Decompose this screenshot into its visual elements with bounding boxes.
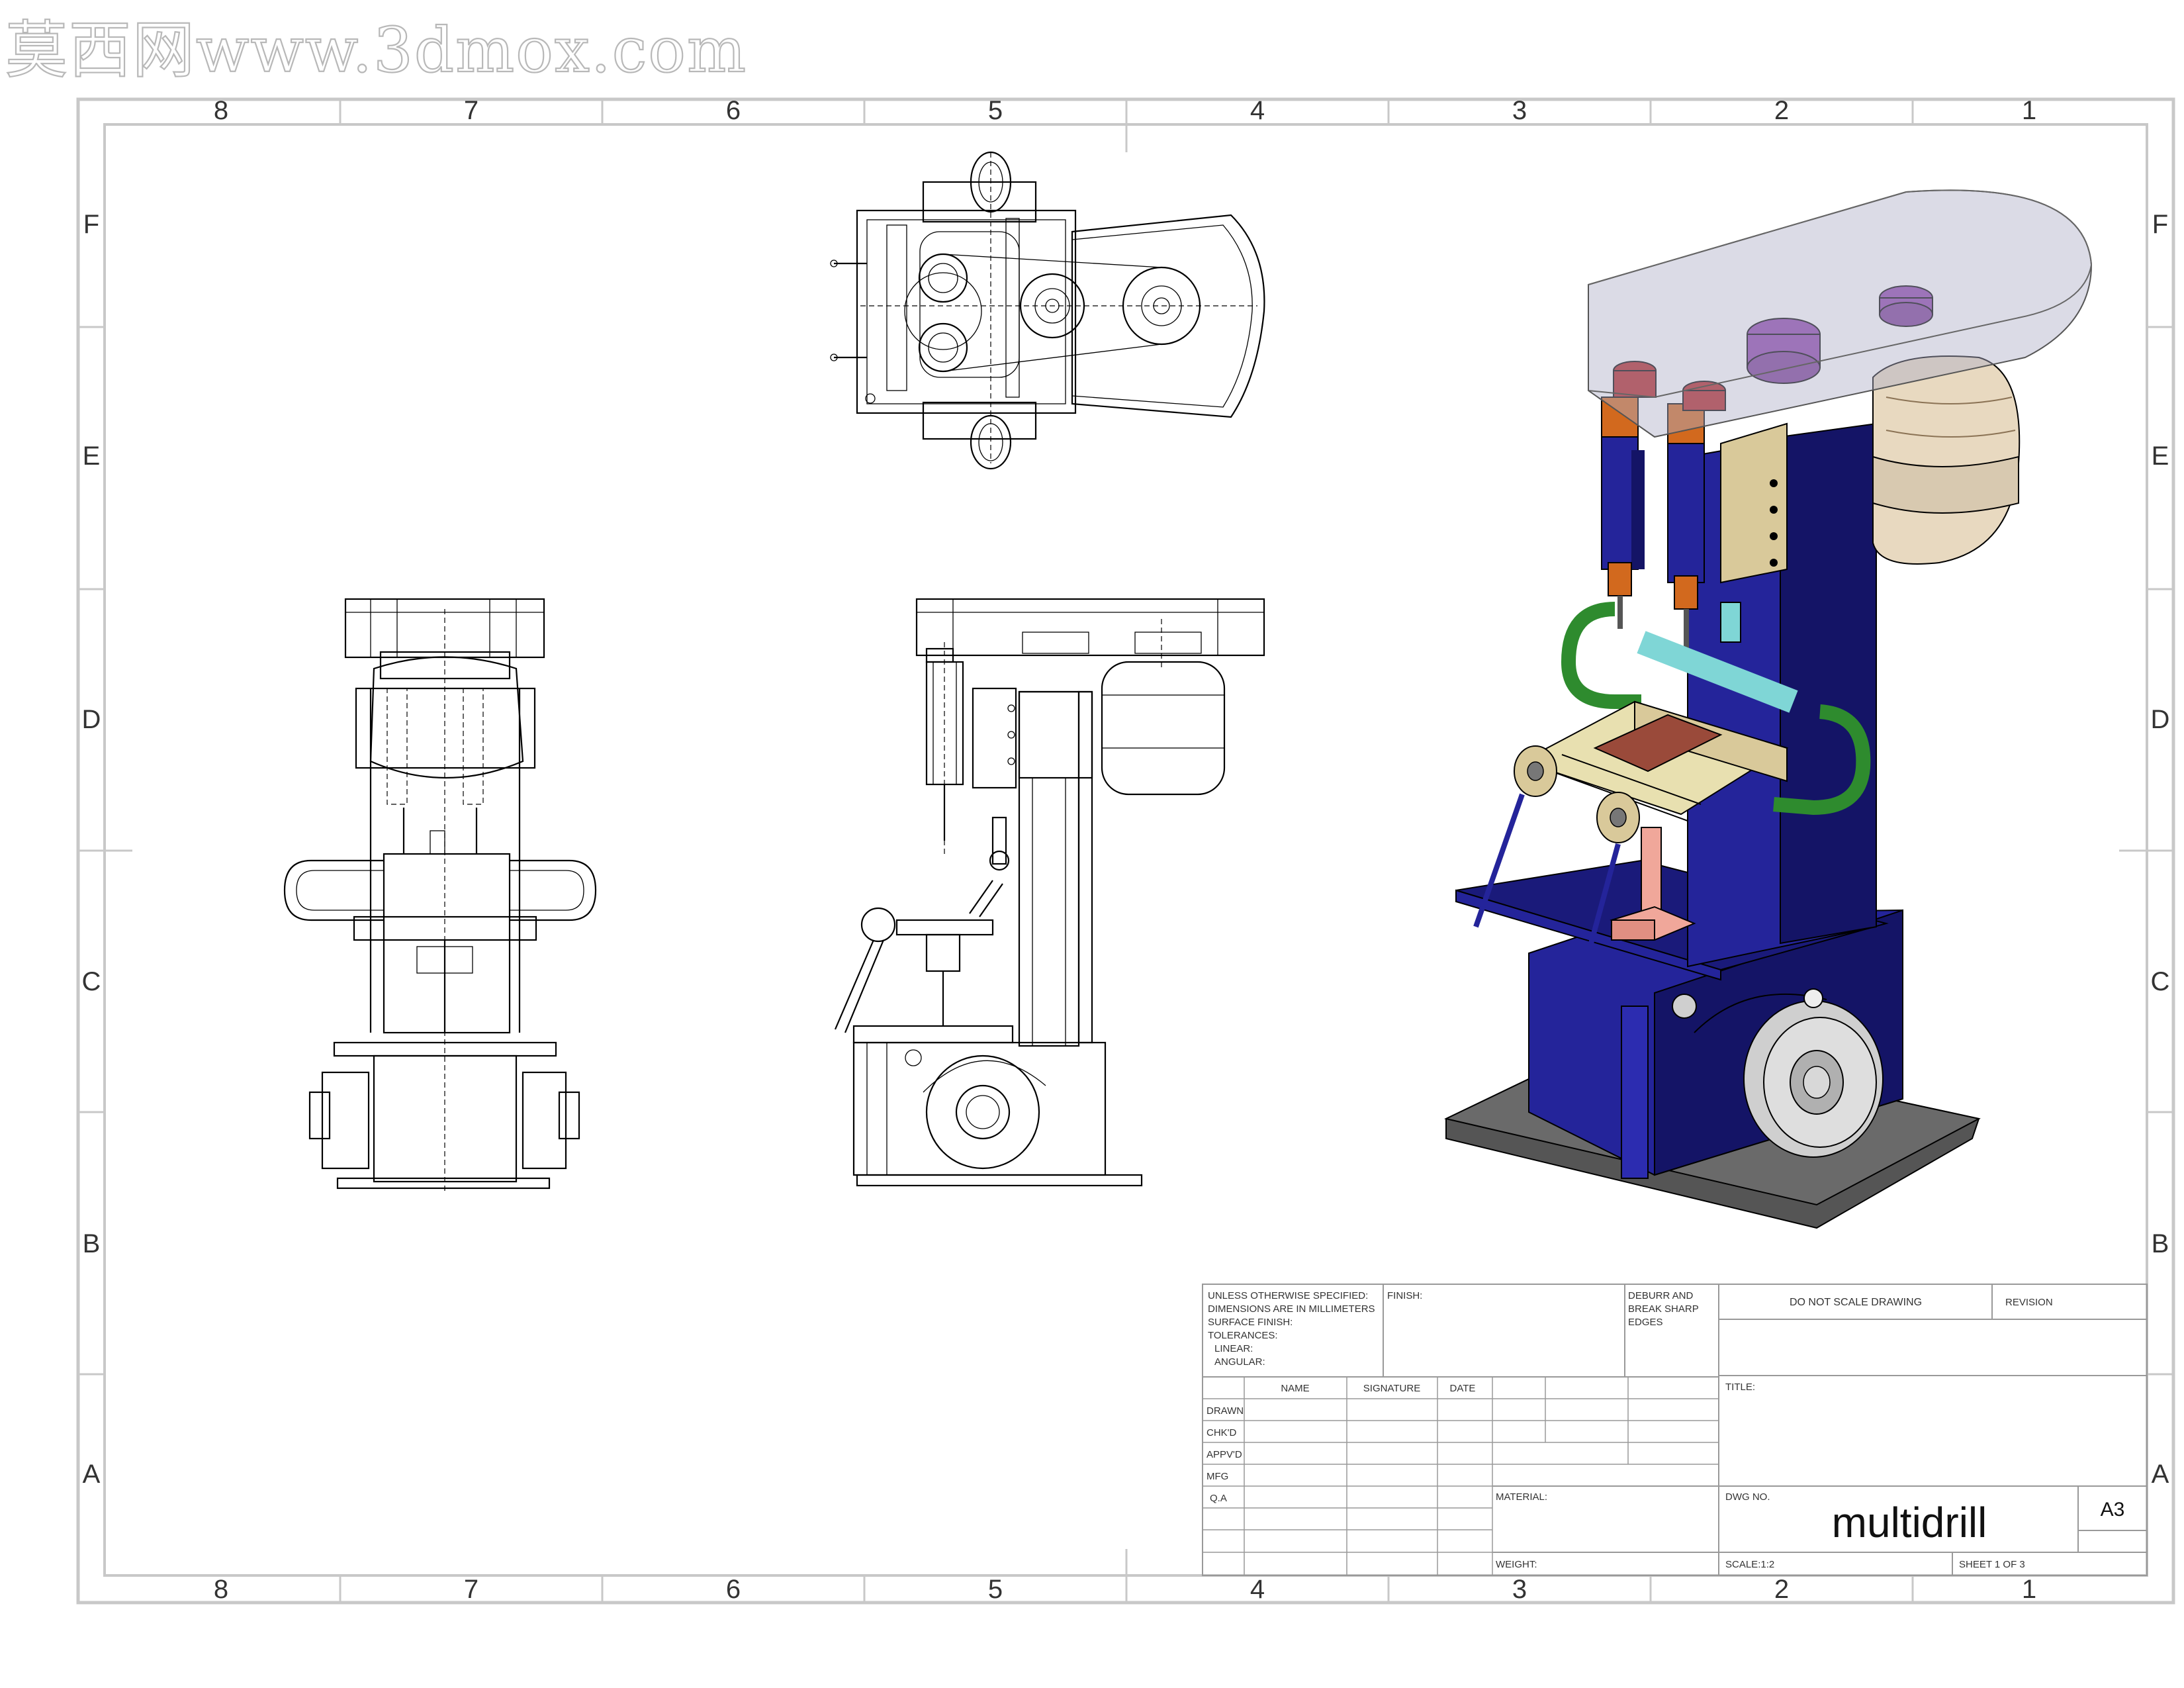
zone-col-label: 7 [464,1575,478,1604]
zone-col-label: 2 [1774,96,1789,125]
weight-label: WEIGHT: [1496,1559,1537,1570]
zone-col-label: 7 [464,96,478,125]
zone-col-label: 3 [1512,96,1527,125]
revision-label: REVISION [2005,1297,2053,1308]
top-view [830,151,1265,470]
zone-col-label: 3 [1512,1575,1527,1604]
drawing-sheet: 莫西网www.3dmox.com 8 7 6 5 4 3 2 1 8 7 6 5… [5,14,2175,1605]
zone-labels-left: F E D C B A [82,210,101,1489]
zone-row-label: C [82,967,101,996]
zone-row-label: B [83,1229,101,1258]
zone-col-label: 4 [1250,96,1265,125]
zone-col-label: 1 [2022,96,2036,125]
row-label: CHK'D [1206,1427,1237,1438]
sheet-size: A3 [2101,1499,2125,1521]
zone-col-label: 1 [2022,1575,2036,1604]
do-not-scale-note: DO NOT SCALE DRAWING [1790,1297,1922,1308]
sheet-number: SHEET 1 OF 3 [1959,1559,2025,1570]
column-header: DATE [1450,1383,1476,1394]
isometric-view [1444,189,2093,1229]
zone-col-label: 5 [988,96,1003,125]
zone-col-label: 4 [1250,1575,1265,1604]
zone-row-label: B [2152,1229,2169,1258]
scale-label: SCALE:1:2 [1725,1559,1774,1570]
deburr-note: EDGES [1628,1317,1663,1328]
zone-row-label: A [2152,1460,2169,1489]
zone-col-label: 6 [726,1575,741,1604]
row-label: APPV'D [1206,1449,1242,1460]
deburr-note: BREAK SHARP [1628,1303,1699,1315]
title-label: TITLE: [1725,1382,1755,1393]
tolerance-note: TOLERANCES: [1208,1330,1278,1341]
material-label: MATERIAL: [1496,1491,1547,1503]
side-view [834,598,1265,1187]
zone-col-label: 5 [988,1575,1003,1604]
finish-label: FINISH: [1387,1290,1422,1301]
front-view [283,598,597,1192]
zone-col-label: 8 [214,96,228,125]
watermark: 莫西网www.3dmox.com [5,15,747,87]
zone-col-label: 2 [1774,1575,1789,1604]
title-block: UNLESS OTHERWISE SPECIFIED: DIMENSIONS A… [1202,1284,2148,1576]
zone-col-label: 8 [214,1575,228,1604]
dwg-no-label: DWG NO. [1725,1491,1770,1503]
row-label: MFG [1206,1471,1228,1482]
column-header: NAME [1281,1383,1309,1394]
zone-row-label: D [82,705,101,734]
zone-row-label: E [83,442,101,471]
column-header: SIGNATURE [1363,1383,1420,1394]
zone-row-label: D [2151,705,2170,734]
tolerance-note: LINEAR: [1214,1343,1253,1354]
zone-row-label: A [83,1460,101,1489]
zone-labels-right: F E D C B A [2151,210,2170,1489]
row-label: DRAWN [1206,1405,1244,1417]
zone-row-label: C [2151,967,2170,996]
deburr-note: DEBURR AND [1628,1290,1694,1301]
row-label: Q.A [1210,1493,1227,1504]
zone-row-label: F [2152,210,2168,239]
zone-labels-bottom: 8 7 6 5 4 3 2 1 [214,1575,2036,1604]
zone-row-label: F [83,210,99,239]
tolerance-note: ANGULAR: [1214,1356,1265,1368]
tolerance-note: SURFACE FINISH: [1208,1317,1293,1328]
zone-col-label: 6 [726,96,741,125]
zone-row-label: E [2152,442,2169,471]
drawing-number: multidrill [1832,1499,1987,1546]
tolerance-note: DIMENSIONS ARE IN MILLIMETERS [1208,1303,1375,1315]
belt-guard [1588,189,2093,438]
tolerance-note: UNLESS OTHERWISE SPECIFIED: [1208,1290,1368,1301]
